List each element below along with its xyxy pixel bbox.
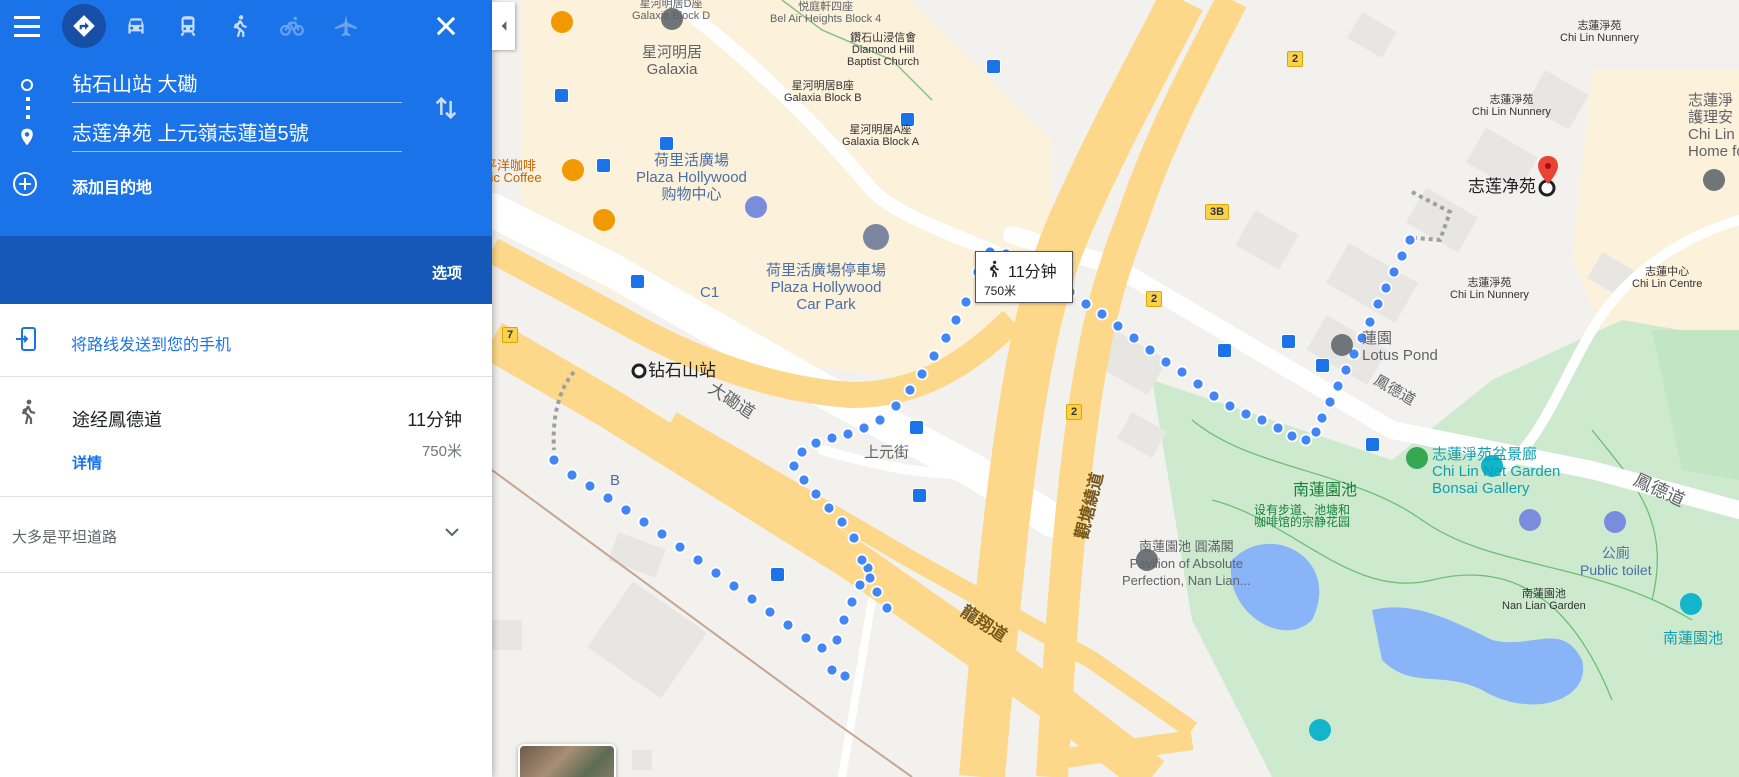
route-details-link[interactable]: 详情: [72, 452, 102, 473]
flight-icon[interactable]: [326, 6, 366, 46]
walk-icon[interactable]: [220, 6, 260, 46]
poi-label: 志蓮中心 Chi Lin Centre: [1632, 266, 1703, 290]
poi-label: 荷里活廣場停車場 Plaza Hollywood Car Park: [766, 262, 887, 313]
poi-label: 公廁 Public toilet: [1580, 545, 1652, 578]
add-destination-button[interactable]: 添加目的地: [72, 174, 152, 198]
route-option[interactable]: 途经鳳德道 11分钟 750米 详情: [0, 376, 492, 497]
route-shield: 2: [1287, 51, 1304, 67]
poi-label: 南蓮園池 圓滿閣 Pavilion of Absolute Perfection…: [1122, 539, 1251, 588]
menu-icon[interactable]: [14, 14, 40, 37]
poi-label: 星河明居A座 Galaxia Block A: [842, 124, 920, 148]
poi-label: 南蓮園池 Nan Lian Garden: [1502, 588, 1586, 612]
destination-pin-icon: [1538, 156, 1558, 197]
route-via: 途经鳳德道: [72, 410, 162, 430]
destination-input[interactable]: 志莲净苑 上元嶺志蓮道5號: [72, 117, 402, 152]
add-destination-icon[interactable]: [13, 172, 37, 196]
directions-header: 钻石山站 大磡 志莲净苑 上元嶺志蓮道5號 添加目的地: [0, 0, 492, 236]
poi-label: 荷里活廣場 Plaza Hollywood 购物中心: [636, 152, 747, 203]
poi-label: 星河明居 Galaxia: [642, 44, 703, 78]
exit-label: B: [610, 472, 621, 489]
callout-distance: 750米: [984, 284, 1017, 298]
map-canvas[interactable]: 2 3B 2 2 7 星河明居D座 Galaxia Block D 悦庭軒四座 …: [492, 0, 1739, 777]
route-shield: 2: [1066, 404, 1083, 420]
swap-icon[interactable]: [432, 94, 460, 122]
bus-stop-icon[interactable]: [1217, 343, 1232, 358]
bus-stop-icon[interactable]: [909, 420, 924, 435]
collapse-panel-button[interactable]: [492, 2, 515, 50]
bus-stop-icon[interactable]: [912, 488, 927, 503]
bus-stop-icon[interactable]: [630, 274, 645, 289]
poi-label: 志蓮淨苑盆景廊 Chi Lin Net Garden Bonsai Galler…: [1432, 446, 1561, 497]
poi-label: 悦庭軒四座 Bel Air Heights Block 4: [770, 1, 882, 25]
origin-dot-icon: [21, 79, 33, 91]
map-base: [492, 0, 1739, 777]
callout-duration: 11分钟: [1008, 264, 1057, 281]
send-to-phone-link[interactable]: 将路线发送到您的手机: [71, 331, 231, 355]
bus-stop-icon[interactable]: [1281, 334, 1296, 349]
transit-icon[interactable]: [168, 6, 208, 46]
destination-pin-icon: [19, 128, 35, 146]
close-icon[interactable]: [432, 12, 460, 40]
route-distance: 750米: [421, 443, 462, 460]
car-icon[interactable]: [116, 6, 156, 46]
route-dots: [26, 97, 30, 123]
directions-sidebar: 钻石山站 大磡 志莲净苑 上元嶺志蓮道5號 添加目的地 选项 将路线发送到您的手…: [0, 0, 492, 777]
options-bar: 选项: [0, 236, 492, 304]
poi-label: 南蓮園池: [1293, 482, 1358, 499]
phone-icon: [14, 326, 38, 352]
poi-label: 平洋咖啡 ific Coffee: [492, 158, 542, 185]
chevron-down-icon[interactable]: [442, 522, 462, 542]
route-duration: 11分钟: [407, 410, 462, 430]
walk-icon: [989, 260, 999, 278]
poi-label: 鑽石山浸信會 Diamond Hill Baptist Church: [847, 32, 920, 68]
poi-label: 设有步道、池塘和 咖啡馆的宗静花园: [1254, 503, 1351, 529]
terrain-text: 大多是平坦道路: [12, 529, 118, 546]
origin-input[interactable]: 钻石山站 大磡: [72, 68, 402, 103]
poi-label: 星河明居B座 Galaxia Block B: [784, 80, 862, 104]
bus-stop-icon[interactable]: [1315, 358, 1330, 373]
bus-stop-icon[interactable]: [554, 88, 569, 103]
route-shield: 3B: [1205, 204, 1230, 220]
road-label: 上元街: [864, 444, 910, 461]
poi-label: 志蓮淨 護理安 Chi Lin N Home fo: [1688, 92, 1739, 160]
poi-label: 志蓮淨苑 Chi Lin Nunnery: [1450, 277, 1529, 301]
destination-label: 志莲净苑: [1468, 177, 1536, 196]
poi-label: 志蓮淨苑 Chi Lin Nunnery: [1560, 20, 1639, 44]
directions-icon[interactable]: [62, 4, 106, 48]
poi-label: 志蓮淨苑 Chi Lin Nunnery: [1472, 94, 1551, 118]
poi-label: 星河明居D座 Galaxia Block D: [632, 0, 711, 22]
bus-stop-icon[interactable]: [659, 136, 674, 151]
route-callout[interactable]: 11分钟 750米: [975, 251, 1073, 303]
route-shield: 7: [502, 327, 519, 343]
origin-marker: [631, 363, 647, 379]
exit-label: C1: [700, 284, 720, 301]
options-button[interactable]: 选项: [432, 262, 462, 283]
terrain-row[interactable]: 大多是平坦道路: [0, 496, 492, 573]
bus-stop-icon[interactable]: [986, 59, 1001, 74]
poi-label: 蓮園 Lotus Pond: [1362, 330, 1438, 364]
satellite-layer-toggle[interactable]: [518, 744, 616, 777]
bike-icon[interactable]: [272, 6, 312, 46]
chevron-left-icon: [501, 21, 506, 31]
send-to-phone-row[interactable]: 将路线发送到您的手机: [0, 304, 492, 377]
poi-label: 南蓮園池: [1663, 630, 1724, 647]
bus-stop-icon[interactable]: [596, 158, 611, 173]
bus-stop-icon[interactable]: [770, 567, 785, 582]
origin-label: 钻石山站: [648, 361, 716, 380]
walk-icon: [16, 398, 40, 426]
route-shield: 2: [1146, 291, 1163, 307]
bus-stop-icon[interactable]: [1365, 437, 1380, 452]
